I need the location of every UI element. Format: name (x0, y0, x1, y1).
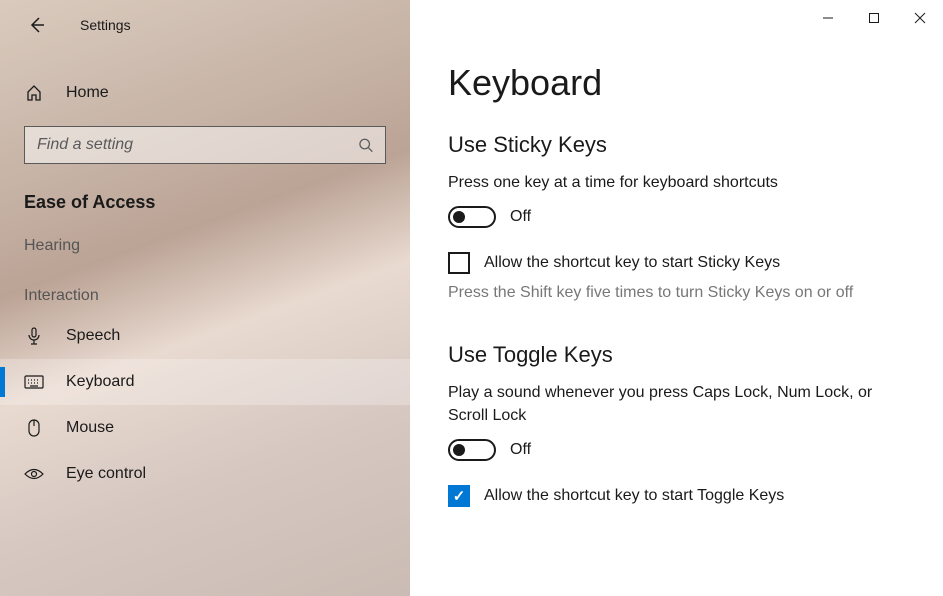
main-content: Keyboard Use Sticky Keys Press one key a… (410, 0, 943, 596)
sticky-keys-shortcut-label: Allow the shortcut key to start Sticky K… (484, 254, 780, 272)
sidebar-item-eye-control[interactable]: Eye control (0, 451, 410, 497)
maximize-button[interactable] (851, 0, 897, 36)
sticky-keys-hint: Press the Shift key five times to turn S… (448, 284, 895, 302)
sidebar-item-label: Speech (66, 327, 120, 345)
sidebar-item-label: Keyboard (66, 373, 135, 391)
close-icon (914, 12, 926, 24)
home-nav-item[interactable]: Home (0, 74, 410, 112)
sticky-keys-toggle-state: Off (510, 208, 531, 226)
toggle-keys-toggle[interactable] (448, 439, 496, 461)
sticky-keys-toggle[interactable] (448, 206, 496, 228)
back-button[interactable] (24, 13, 48, 37)
interaction-header: Interaction (24, 287, 410, 305)
window-title: Settings (80, 17, 131, 33)
toggle-keys-desc: Play a sound whenever you press Caps Loc… (448, 382, 895, 427)
sidebar-item-speech[interactable]: Speech (0, 313, 410, 359)
sidebar-item-label: Eye control (66, 465, 146, 483)
section-header: Ease of Access (24, 192, 410, 213)
sticky-keys-shortcut-checkbox[interactable] (448, 252, 470, 274)
microphone-icon (24, 327, 44, 345)
search-input-container[interactable] (24, 126, 386, 164)
mouse-icon (24, 419, 44, 437)
sidebar-item-label: Mouse (66, 419, 114, 437)
toggle-keys-heading: Use Toggle Keys (448, 342, 895, 368)
toggle-keys-shortcut-label: Allow the shortcut key to start Toggle K… (484, 487, 784, 505)
close-button[interactable] (897, 0, 943, 36)
sub-section-hearing[interactable]: Hearing (24, 237, 410, 255)
minimize-icon (822, 12, 834, 24)
search-icon (358, 137, 373, 153)
home-label: Home (66, 84, 109, 102)
sidebar-item-keyboard[interactable]: Keyboard (0, 359, 410, 405)
arrow-left-icon (27, 16, 45, 34)
sticky-keys-heading: Use Sticky Keys (448, 132, 895, 158)
sidebar: Settings Home Ease of Access Hearing Int… (0, 0, 410, 596)
minimize-button[interactable] (805, 0, 851, 36)
keyboard-icon (24, 375, 44, 389)
eye-icon (24, 467, 44, 481)
toggle-keys-toggle-state: Off (510, 441, 531, 459)
home-icon (24, 84, 44, 102)
maximize-icon (868, 12, 880, 24)
toggle-keys-shortcut-checkbox[interactable] (448, 485, 470, 507)
page-title: Keyboard (448, 62, 895, 104)
sticky-keys-desc: Press one key at a time for keyboard sho… (448, 172, 895, 194)
sidebar-item-mouse[interactable]: Mouse (0, 405, 410, 451)
search-input[interactable] (37, 136, 358, 154)
